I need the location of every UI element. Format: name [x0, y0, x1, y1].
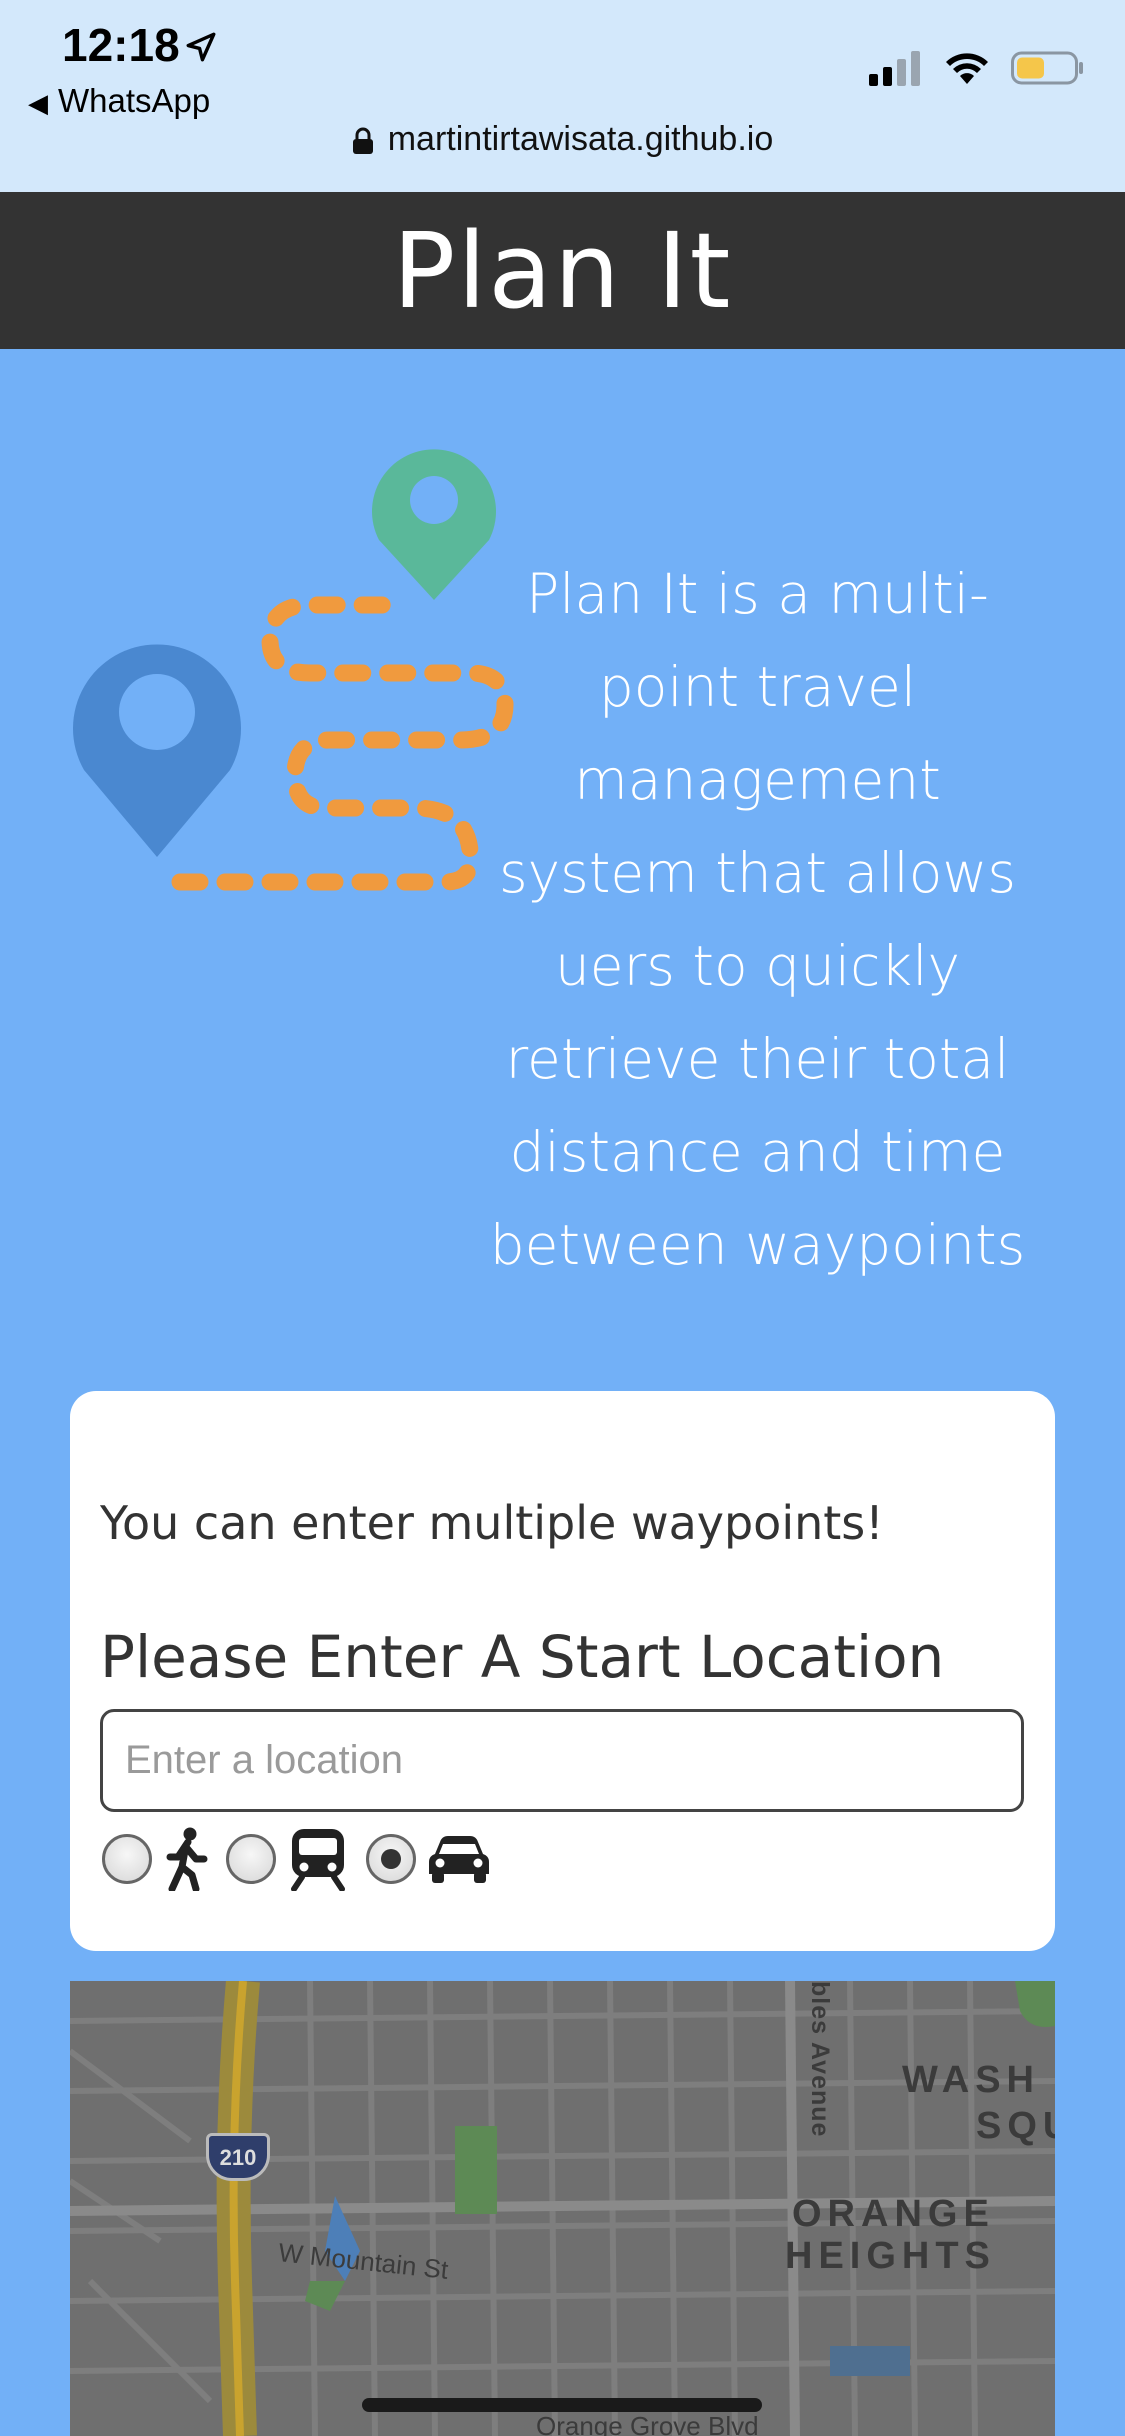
interstate-210-shield: 210 [206, 2133, 270, 2181]
map-label-squ: SQU [976, 2105, 1055, 2147]
walking-radio[interactable] [102, 1834, 152, 1884]
location-arrow-icon [186, 32, 216, 62]
blue-pin-icon [73, 644, 241, 857]
status-bar: 12:18 ◀ WhatsApp martintirtawisata.github… [0, 0, 1125, 192]
walking-icon [164, 1827, 208, 1891]
train-radio[interactable] [226, 1834, 276, 1884]
waypoint-form-card: You can enter multiple waypoints! Please… [70, 1391, 1055, 1951]
hero-description: Plan It is a multi-point travel manageme… [489, 562, 1026, 1277]
car-radio[interactable] [366, 1834, 416, 1884]
system-icons [867, 50, 1085, 86]
battery-icon [1011, 51, 1083, 85]
waypoint-hint: You can enter multiple waypoints! [100, 1496, 884, 1550]
map-label-orange: ORANGE [792, 2193, 995, 2235]
home-indicator[interactable] [362, 2398, 762, 2412]
map-view[interactable]: 210 bles Avenue WASH SQU ORANGE HEIGHTS … [70, 1981, 1055, 2436]
interstate-210-label: 210 [219, 2145, 257, 2170]
back-app-label: WhatsApp [58, 82, 211, 119]
map-label-heights: HEIGHTS [785, 2235, 996, 2277]
car-icon [428, 1834, 490, 1884]
url-text: martintirtawisata.github.io [387, 120, 774, 158]
train-icon [288, 1827, 348, 1891]
lock-icon [352, 127, 373, 155]
cellular-signal-icon [869, 51, 920, 86]
back-to-app-button[interactable]: ◀ WhatsApp [28, 82, 210, 120]
map-label-wash: WASH [902, 2059, 1040, 2101]
app-header: Plan It [0, 192, 1125, 349]
route-illustration [73, 449, 514, 891]
wifi-icon [946, 53, 988, 84]
status-time: 12:18 [62, 19, 180, 71]
map-label-orange-grove-blvd: Orange Grove Blvd [536, 2411, 759, 2436]
back-triangle-icon: ◀ [28, 88, 48, 118]
travel-mode-selector [102, 1827, 508, 1891]
app-title: Plan It [392, 209, 733, 332]
start-location-label: Please Enter A Start Location [100, 1623, 945, 1691]
map-label-avenue: bles Avenue [806, 1981, 834, 2138]
address-bar[interactable]: martintirtawisata.github.io [0, 120, 1125, 159]
start-location-input[interactable] [100, 1709, 1024, 1812]
